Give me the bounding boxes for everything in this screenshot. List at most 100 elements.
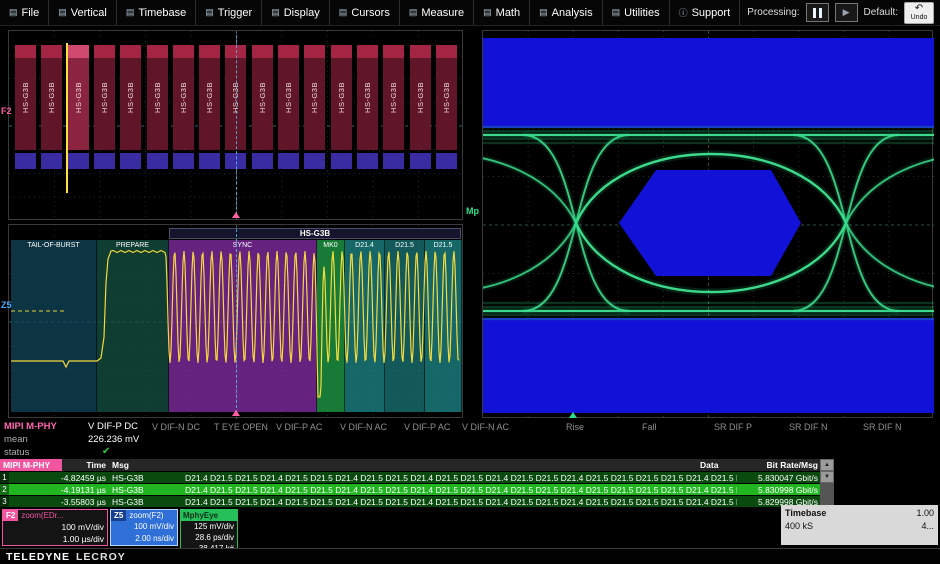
- play-button[interactable]: ▶: [835, 3, 858, 22]
- menu-item-support[interactable]: ⓘSupport: [670, 0, 741, 25]
- menu-item-cursors[interactable]: ▤Cursors: [330, 0, 400, 25]
- zoom-panel[interactable]: HS-G3B TAIL-OF-BURST PREPARE SYNC MK0 D2…: [8, 224, 463, 418]
- row-index: 3: [0, 496, 9, 507]
- row-index: 2: [0, 484, 9, 495]
- menu-label: Display: [284, 7, 320, 19]
- column-header-time[interactable]: Time: [58, 460, 106, 470]
- table-row[interactable]: 1 -4.82459 µs HS-G3B D21.4 D21.5 D21.5 D…: [0, 471, 834, 483]
- measure-param[interactable]: V DIF-N DC: [152, 422, 200, 432]
- burst-label: HS-G3B: [389, 82, 398, 113]
- status-check-icon: ✔: [102, 446, 110, 457]
- menu-item-analysis[interactable]: ▤Analysis: [530, 0, 602, 25]
- timebase-menu-icon: ▤: [126, 7, 135, 18]
- descriptor-box-f2[interactable]: F2 zoom(EDr... 100 mV/div 1.00 µs/div: [2, 509, 108, 546]
- descriptor-header: Z5 zoom(F2): [111, 510, 177, 521]
- trigger-position-marker: [232, 212, 240, 218]
- burst-marker-strip: [357, 153, 378, 169]
- burst-label: HS-G3B: [337, 82, 346, 113]
- timebase-rate: 4...: [921, 521, 934, 531]
- acquisition-panel[interactable]: HS-G3B HS-G3B HS-G3B HS-G3B HS-G3B HS-G3B HS-G…: [8, 30, 463, 220]
- measure-group-label[interactable]: MIPI M-PHY: [4, 421, 57, 432]
- menu-item-timebase[interactable]: ▤Timebase: [117, 0, 196, 25]
- timebase-value: 1.00: [916, 508, 934, 518]
- menu-label: Utilities: [624, 7, 659, 19]
- decode-table-header: MIPI M-PHY Time Msg Data Bit Rate/Msg: [0, 459, 834, 471]
- measure-param[interactable]: T EYE OPEN: [214, 422, 268, 432]
- table-row-selected[interactable]: 2 -4.19131 µs HS-G3B D21.4 D21.5 D21.5 D…: [0, 483, 834, 495]
- decode-table-tab[interactable]: MIPI M-PHY: [0, 459, 62, 471]
- burst-label: HS-G3B: [153, 82, 162, 113]
- column-header-data[interactable]: Data: [700, 460, 718, 470]
- descriptor-title: zoom(F2): [126, 511, 163, 520]
- menu-item-trigger[interactable]: ▤Trigger: [196, 0, 262, 25]
- measurement-strip: MIPI M-PHY V DIF-P DC V DIF-N DC T EYE O…: [0, 420, 940, 459]
- pause-button[interactable]: [806, 3, 829, 22]
- row-time: -4.82459 µs: [14, 473, 106, 483]
- descriptor-header: F2 zoom(EDr...: [3, 510, 107, 521]
- descriptor-vdiv: 125 mV/div: [181, 521, 237, 532]
- menu-label: Measure: [421, 7, 464, 19]
- table-scrollbar[interactable]: ▲ ▼: [820, 459, 834, 507]
- eye-trigger-marker: [569, 412, 577, 418]
- measure-param[interactable]: Fall: [642, 422, 657, 432]
- scroll-up-button[interactable]: ▲: [820, 459, 834, 471]
- vertical-menu-icon: ▤: [58, 7, 67, 18]
- burst-segment: HS-G3B: [304, 45, 325, 187]
- measure-param[interactable]: SR DIF N: [863, 422, 902, 432]
- decode-table: MIPI M-PHY Time Msg Data Bit Rate/Msg 1 …: [0, 459, 834, 507]
- descriptor-title: MphyEye: [181, 510, 237, 521]
- analysis-menu-icon: ▤: [539, 7, 548, 18]
- column-header-bitrate[interactable]: Bit Rate/Msg: [740, 460, 818, 470]
- trigger-position-marker: [232, 410, 240, 416]
- burst-marker-strip: [278, 153, 299, 169]
- measure-param-selected[interactable]: V DIF-P DC: [88, 421, 138, 432]
- burst-label: HS-G3B: [74, 82, 83, 113]
- burst-segment: HS-G3B: [410, 45, 431, 187]
- zoom-position-highlight[interactable]: [66, 43, 68, 193]
- burst-segment: HS-G3B: [94, 45, 115, 187]
- scroll-track[interactable]: [820, 483, 834, 507]
- burst-label: HS-G3B: [205, 82, 214, 113]
- utilities-menu-icon: ▤: [612, 7, 621, 18]
- eye-diagram-panel[interactable]: [482, 30, 933, 418]
- menu-item-measure[interactable]: ▤Measure: [400, 0, 474, 25]
- column-header-msg[interactable]: Msg: [112, 460, 129, 470]
- burst-marker-strip: [120, 153, 141, 169]
- measure-param[interactable]: SR DIF P: [714, 422, 752, 432]
- undo-icon: ↶: [915, 4, 923, 14]
- burst-marker-strip: [304, 153, 325, 169]
- table-row[interactable]: 3 -3.55803 µs HS-G3B D21.4 D21.5 D21.5 D…: [0, 495, 834, 507]
- measure-mean-value: 226.236 mV: [88, 434, 139, 445]
- row-data: D21.4 D21.5 D21.5 D21.4 D21.5 D21.5 D21.…: [185, 497, 737, 507]
- measure-param[interactable]: V DIF-P AC: [404, 422, 450, 432]
- menu-item-file[interactable]: ▤File: [0, 0, 49, 25]
- measure-menu-icon: ▤: [409, 7, 418, 18]
- brand-lecroy: LECROY: [76, 551, 126, 563]
- menu-item-display[interactable]: ▤Display: [262, 0, 330, 25]
- scroll-up-icon: ▲: [824, 462, 830, 468]
- measure-param[interactable]: Rise: [566, 422, 584, 432]
- measure-param[interactable]: SR DIF N: [789, 422, 828, 432]
- play-icon: ▶: [843, 7, 850, 18]
- burst-marker-strip: [410, 153, 431, 169]
- scroll-down-button[interactable]: ▼: [820, 471, 834, 483]
- undo-button[interactable]: ↶ Undo: [904, 2, 934, 24]
- menu-bar: ▤File ▤Vertical ▤Timebase ▤Trigger ▤Disp…: [0, 0, 940, 26]
- burst-label: HS-G3B: [363, 82, 372, 113]
- trigger-menu-icon: ▤: [205, 7, 214, 18]
- menu-item-math[interactable]: ▤Math: [474, 0, 530, 25]
- burst-segment: HS-G3B: [331, 45, 352, 187]
- menu-label: Support: [692, 7, 731, 19]
- burst-segment: HS-G3B: [357, 45, 378, 187]
- measure-param[interactable]: V DIF-P AC: [276, 422, 322, 432]
- descriptor-tdiv: 2.00 ns/div: [111, 533, 177, 545]
- timebase-box[interactable]: Timebase 1.00 400 kS 4...: [781, 505, 938, 545]
- descriptor-box-z5[interactable]: Z5 zoom(F2) 100 mV/div 2.00 ns/div: [110, 509, 178, 546]
- measure-param[interactable]: V DIF-N AC: [462, 422, 509, 432]
- measure-param[interactable]: V DIF-N AC: [340, 422, 387, 432]
- menu-bar-right: Processing: ▶ Default: ↶ Undo: [747, 2, 940, 24]
- menu-item-utilities[interactable]: ▤Utilities: [603, 0, 670, 25]
- descriptor-tab-f2: F2: [3, 510, 18, 521]
- default-label: Default:: [864, 7, 898, 18]
- menu-item-vertical[interactable]: ▤Vertical: [49, 0, 117, 25]
